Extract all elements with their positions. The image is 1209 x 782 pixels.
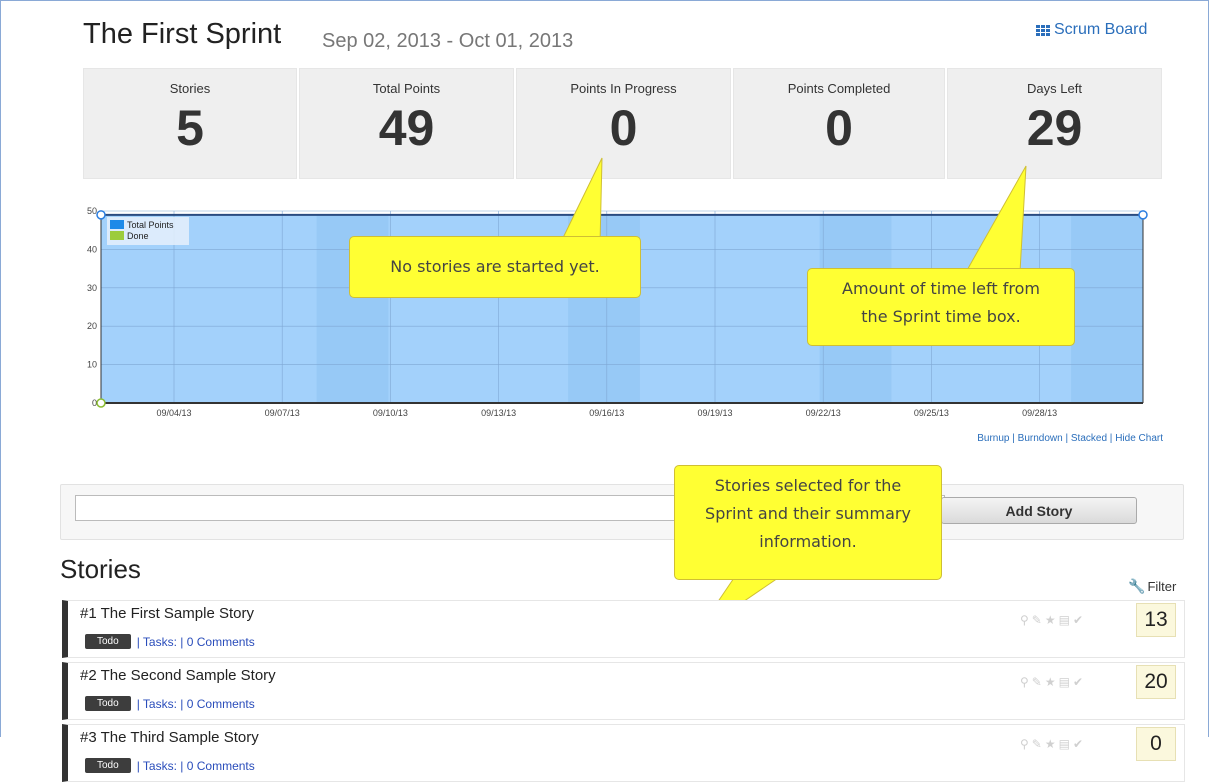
stat-value: 0 [825,100,853,156]
filter-label[interactable]: Filter [1147,579,1176,594]
stat-value: 0 [609,100,638,156]
stat-label: Stories [169,81,211,96]
weekend-band [1071,214,1143,403]
edit-icon[interactable]: ▤ [1059,613,1073,627]
stat-total-points: Total Points 49 [299,68,514,179]
story-title[interactable]: #2 The Second Sample Story [80,667,276,684]
x-tick-label: 09/19/13 [697,408,732,418]
stacked-link[interactable]: Stacked [1071,433,1107,444]
tasks-link[interactable]: | Tasks: [137,697,177,711]
story-title[interactable]: #1 The First Sample Story [80,605,254,622]
tag-icon[interactable]: ★ [1045,613,1059,627]
burndown-link[interactable]: Burndown [1018,433,1063,444]
stat-stories: Stories 5 [83,68,297,179]
stories-heading: Stories [60,554,141,584]
add-story-button[interactable]: Add Story [941,497,1137,524]
callout-no-stories: No stories are started yet. [349,236,641,298]
point-total-start [96,210,106,220]
x-tick-label: 09/07/13 [265,408,300,418]
stat-value: 5 [176,100,204,156]
story-action-icons: ⚲✎★▤✔ [1020,613,1086,627]
legend-label: Done [127,231,149,241]
legend-swatch [110,231,124,240]
status-badge: Todo [85,634,131,649]
tasks-link[interactable]: | Tasks: [137,635,177,649]
tasks-link[interactable]: | Tasks: [137,759,177,773]
x-tick-label: 09/25/13 [914,408,949,418]
tag-icon[interactable]: ★ [1045,737,1059,751]
y-tick-label: 40 [87,244,97,254]
grid-icon [1036,24,1050,36]
share-icon[interactable]: ✎ [1032,737,1045,751]
y-tick-label: 50 [87,206,97,216]
story-row[interactable]: #1 The First Sample Story Todo | Tasks: … [62,600,1185,658]
status-badge: Todo [85,696,131,711]
stat-value: 29 [1026,100,1083,156]
point-done-start [96,398,106,408]
scrum-board-label[interactable]: Scrum Board [1054,21,1147,39]
y-tick-label: 30 [87,283,97,293]
comments-link[interactable]: | 0 Comments [180,759,254,773]
y-tick-label: 0 [92,398,97,408]
story-meta: Todo | Tasks: | 0 Comments [85,696,255,711]
story-meta: Todo | Tasks: | 0 Comments [85,758,255,773]
story-points: 13 [1136,603,1176,637]
story-row[interactable]: #2 The Second Sample Story Todo | Tasks:… [62,662,1185,720]
callout-stories-selected: Stories selected for the Sprint and thei… [674,465,942,580]
chart-links: Burnup | Burndown | Stacked | Hide Chart [977,433,1163,444]
attach-icon[interactable]: ✔ [1073,613,1086,627]
story-action-icons: ⚲✎★▤✔ [1020,737,1086,751]
search-icon[interactable]: ⚲ [1020,737,1032,751]
stat-label: Points Completed [787,81,891,96]
stat-label: Total Points [372,81,441,96]
attach-icon[interactable]: ✔ [1073,737,1086,751]
edit-icon[interactable]: ▤ [1059,737,1073,751]
tag-icon[interactable]: ★ [1045,675,1059,689]
story-action-icons: ⚲✎★▤✔ [1020,675,1086,689]
callout-tail-time-left [965,165,1027,273]
callout-time-left: Amount of time left from the Sprint time… [807,268,1075,346]
x-tick-label: 09/28/13 [1022,408,1057,418]
filter-button[interactable]: 🔧 Filter [1128,578,1176,595]
burnup-link[interactable]: Burnup [977,433,1009,444]
search-icon[interactable]: ⚲ [1020,675,1032,689]
comments-link[interactable]: | 0 Comments [180,635,254,649]
y-tick-label: 20 [87,321,97,331]
x-tick-label: 09/22/13 [806,408,841,418]
share-icon[interactable]: ✎ [1032,675,1045,689]
story-meta: Todo | Tasks: | 0 Comments [85,634,255,649]
x-tick-label: 09/10/13 [373,408,408,418]
legend-label: Total Points [127,220,174,230]
status-badge: Todo [85,758,131,773]
search-icon[interactable]: ⚲ [1020,613,1032,627]
x-tick-label: 09/13/13 [481,408,516,418]
story-row[interactable]: #3 The Third Sample Story Todo | Tasks: … [62,724,1185,782]
callout-tail-no-stories [559,157,603,245]
scrum-board-link[interactable]: Scrum Board [1036,21,1147,39]
comments-link[interactable]: | 0 Comments [180,697,254,711]
legend-swatch [110,220,124,229]
add-story-bar: Add Story [60,484,1184,540]
wrench-icon: 🔧 [1128,578,1146,594]
stat-points-completed: Points Completed 0 [733,68,945,179]
stat-label: Points In Progress [570,81,677,96]
hide-chart-link[interactable]: Hide Chart [1115,433,1163,444]
stat-value: 49 [378,100,435,156]
stat-label: Days Left [1027,81,1082,96]
sprint-dates: Sep 02, 2013 - Oct 01, 2013 [322,30,574,52]
story-points: 20 [1136,665,1176,699]
share-icon[interactable]: ✎ [1032,613,1045,627]
page-title: The First Sprint [83,18,282,50]
x-tick-label: 09/16/13 [589,408,624,418]
point-total-end [1138,210,1148,220]
attach-icon[interactable]: ✔ [1073,675,1086,689]
x-tick-label: 09/04/13 [156,408,191,418]
edit-icon[interactable]: ▤ [1059,675,1073,689]
story-points: 0 [1136,727,1176,761]
y-tick-label: 10 [87,360,97,370]
